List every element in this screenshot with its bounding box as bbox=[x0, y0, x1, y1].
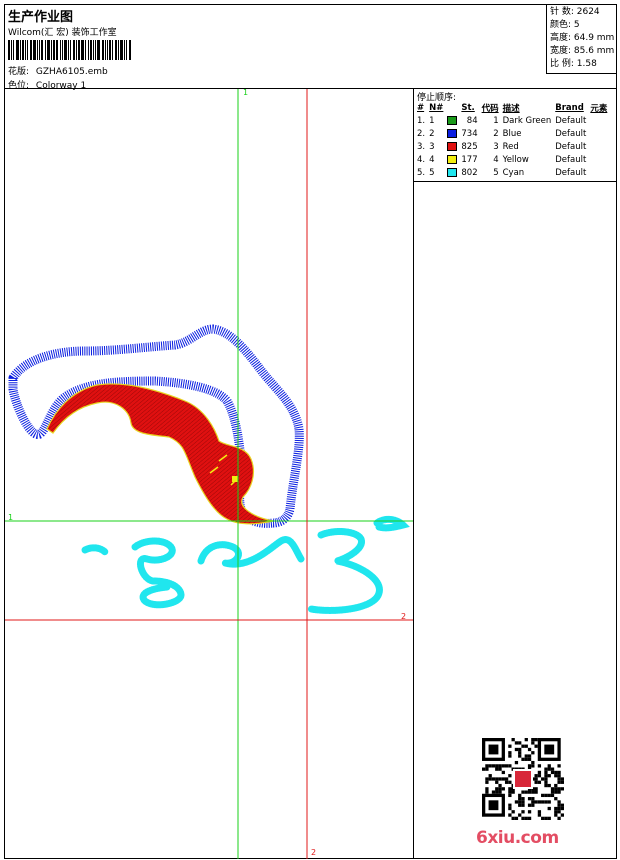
yellow-dot bbox=[232, 476, 238, 482]
design-height: 高度: 64.9 mm bbox=[550, 33, 615, 43]
design-scale: 比 例: 1.58 bbox=[550, 59, 597, 69]
design-file-line: 花版: GZHA6105.emb bbox=[8, 64, 108, 77]
page-title: 生产作业图 bbox=[8, 10, 74, 25]
color-swatch bbox=[447, 167, 458, 177]
header: 生产作业图 Wilcom(汇 宏) 装饰工作室 花版: GZHA6105.emb… bbox=[4, 4, 617, 91]
row-code: 3 bbox=[493, 141, 499, 152]
red-guide-label-right: 2 bbox=[401, 612, 406, 621]
row-swatch bbox=[446, 127, 460, 140]
design-width: 宽度: 85.6 mm bbox=[550, 46, 615, 56]
row-swatch bbox=[446, 114, 460, 127]
row-index: 5. bbox=[417, 167, 426, 178]
row-description: Dark Green bbox=[502, 115, 552, 126]
col-header-swatch bbox=[446, 101, 460, 114]
row-stitches: 802 bbox=[461, 167, 478, 178]
red-fill-stitching bbox=[46, 383, 274, 525]
watermark-logo: 6xiu.com bbox=[476, 828, 559, 848]
row-swatch bbox=[446, 166, 460, 179]
row-stitches: 177 bbox=[461, 154, 478, 165]
stop-row: 4. 4 177 4 Yellow Default bbox=[416, 153, 610, 166]
col-header-description: 描述 bbox=[502, 103, 520, 114]
embroidery-preview: 1 1 2 2 bbox=[5, 88, 413, 859]
row-description: Red bbox=[502, 141, 519, 152]
design-file-name: GZHA6105.emb bbox=[35, 67, 108, 77]
barcode bbox=[8, 40, 156, 60]
color-count: 颜色: 5 bbox=[550, 20, 580, 30]
color-swatch bbox=[447, 128, 458, 138]
design-info-box: 针 数: 2624 颜色: 5 高度: 64.9 mm 宽度: 85.6 mm … bbox=[546, 4, 617, 74]
row-description: Yellow bbox=[502, 154, 529, 165]
row-description: Blue bbox=[502, 128, 522, 139]
row-needle: 1 bbox=[429, 115, 435, 126]
row-index: 4. bbox=[417, 154, 426, 165]
col-header-element: 元素 bbox=[590, 103, 608, 114]
color-swatch bbox=[447, 115, 458, 125]
row-code: 4 bbox=[493, 154, 499, 165]
col-header-code: 代码 bbox=[481, 103, 499, 114]
row-brand: Default bbox=[555, 115, 587, 126]
red-guide-label-bottom: 2 bbox=[311, 848, 316, 857]
color-swatch bbox=[447, 141, 458, 151]
row-code: 5 bbox=[493, 167, 499, 178]
row-element bbox=[589, 114, 610, 127]
stop-row: 2. 2 734 2 Blue Default bbox=[416, 127, 610, 140]
row-element bbox=[589, 127, 610, 140]
studio-name: Wilcom(汇 宏) 装饰工作室 bbox=[8, 28, 117, 38]
stop-sequence-panel: 停止顺序: # N# St. 代码 描述 Brand 元素 1. 1 84 1 Dark… bbox=[413, 89, 617, 182]
row-index: 1. bbox=[417, 115, 426, 126]
row-swatch bbox=[446, 153, 460, 166]
row-index: 3. bbox=[417, 141, 426, 152]
col-header-brand: Brand bbox=[555, 102, 584, 113]
color-swatch bbox=[447, 154, 458, 164]
row-stitches: 84 bbox=[466, 115, 478, 126]
green-guide-label-left: 1 bbox=[8, 513, 13, 522]
stop-row: 5. 5 802 5 Cyan Default bbox=[416, 166, 610, 179]
row-needle: 4 bbox=[429, 154, 435, 165]
row-swatch bbox=[446, 140, 460, 153]
row-description: Cyan bbox=[502, 167, 525, 178]
stop-row: 3. 3 825 3 Red Default bbox=[416, 140, 610, 153]
row-needle: 3 bbox=[429, 141, 435, 152]
row-brand: Default bbox=[555, 167, 587, 178]
design-canvas: 1 1 2 2 bbox=[5, 88, 413, 859]
row-code: 1 bbox=[493, 115, 499, 126]
stop-row: 1. 1 84 1 Dark Green Default bbox=[416, 114, 610, 127]
col-header-index: # bbox=[417, 102, 425, 113]
qr-code bbox=[482, 738, 564, 820]
row-needle: 5 bbox=[429, 167, 435, 178]
stop-table-header: # N# St. 代码 描述 Brand 元素 bbox=[416, 101, 610, 114]
row-element bbox=[589, 140, 610, 153]
row-stitches: 734 bbox=[461, 128, 478, 139]
cyan-lettering-stitching bbox=[81, 515, 410, 614]
row-brand: Default bbox=[555, 154, 587, 165]
col-header-stitches: St. bbox=[461, 102, 475, 113]
row-brand: Default bbox=[555, 141, 587, 152]
row-needle: 2 bbox=[429, 128, 435, 139]
row-element bbox=[589, 166, 610, 179]
right-column-divider bbox=[413, 182, 414, 859]
row-code: 2 bbox=[493, 128, 499, 139]
row-element bbox=[589, 153, 610, 166]
stitch-count: 针 数: 2624 bbox=[550, 7, 600, 17]
col-header-needle: N# bbox=[429, 102, 444, 113]
design-file-label: 花版: bbox=[8, 67, 30, 77]
row-stitches: 825 bbox=[461, 141, 478, 152]
stop-sequence-table: # N# St. 代码 描述 Brand 元素 1. 1 84 1 Dark Green… bbox=[416, 101, 610, 179]
row-index: 2. bbox=[417, 128, 426, 139]
green-guide-label-top: 1 bbox=[243, 89, 248, 97]
row-brand: Default bbox=[555, 128, 587, 139]
